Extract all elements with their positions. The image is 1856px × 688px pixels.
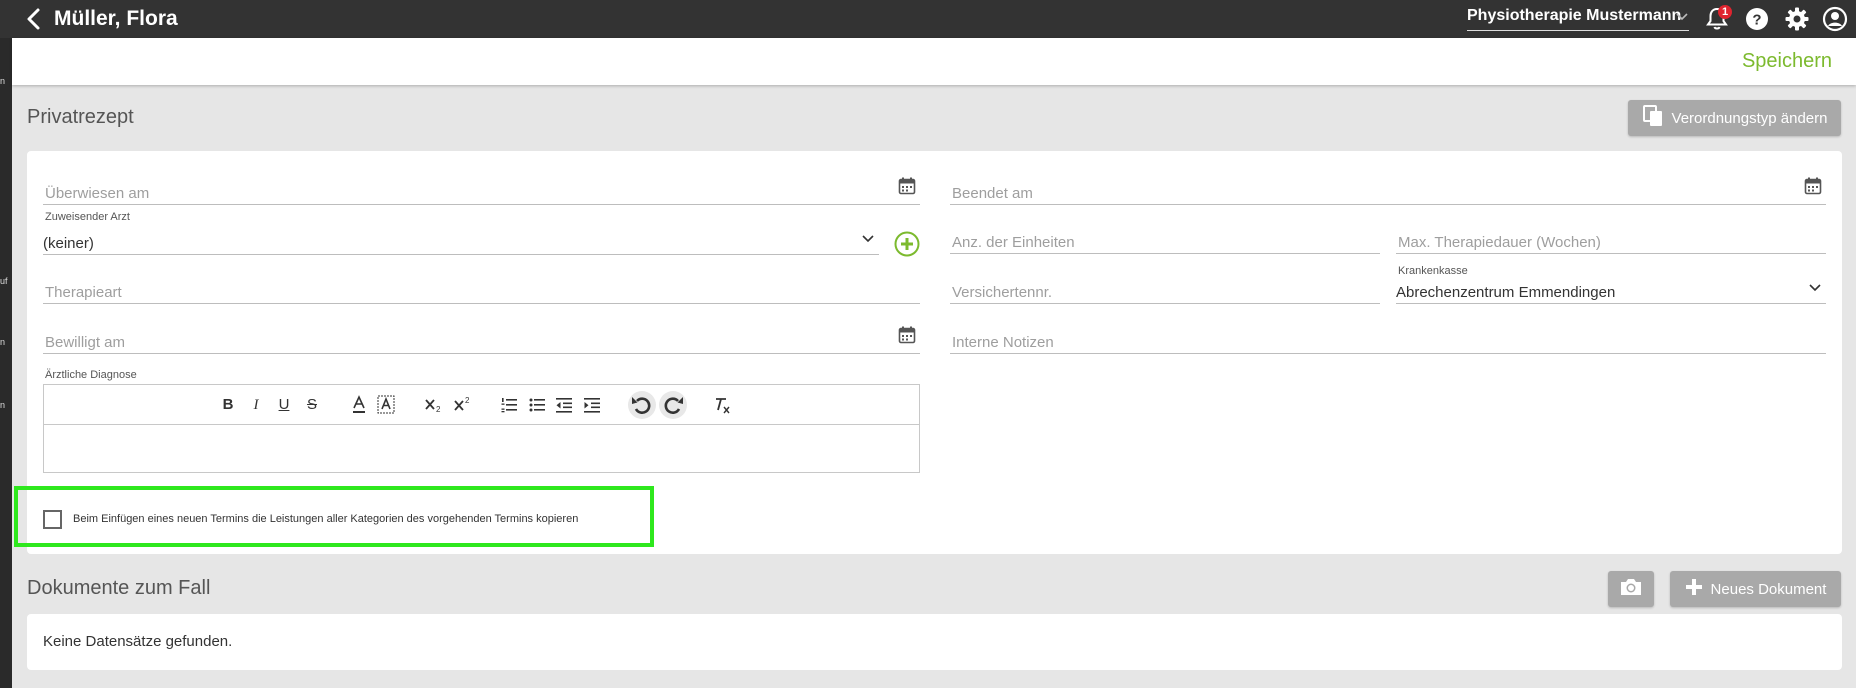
svg-text:2: 2 (436, 405, 441, 414)
approved-date-field[interactable]: Bewilligt am (43, 326, 920, 354)
change-prescription-type-button[interactable]: Verordnungstyp ändern (1628, 100, 1841, 136)
diagnosis-label: Ärztliche Diagnose (45, 369, 137, 381)
camera-button[interactable] (1608, 571, 1654, 607)
underline-icon[interactable]: U (276, 395, 292, 415)
left-sidebar-strip: n uf n n (0, 0, 12, 688)
redo-icon[interactable] (659, 391, 687, 419)
section-title-documents: Dokumente zum Fall (27, 577, 211, 599)
change-prescription-type-label: Verordnungstyp ändern (1671, 109, 1828, 127)
practice-name: Physiotherapie Mustermann (1467, 7, 1682, 24)
copy-services-checkbox[interactable] (43, 510, 62, 529)
document-copy-icon (1642, 104, 1664, 132)
clear-formatting-icon[interactable] (712, 395, 732, 415)
approved-date-placeholder: Bewilligt am (45, 334, 126, 351)
superscript-icon[interactable]: 2 (453, 395, 473, 415)
insurance-number-placeholder: Versichertennr. (952, 284, 1053, 301)
internal-notes-field[interactable]: Interne Notizen (950, 330, 1826, 354)
referred-date-placeholder: Überwiesen am (45, 185, 150, 202)
italic-icon[interactable]: I (248, 395, 264, 415)
plus-icon (1685, 578, 1703, 600)
health-insurance-select[interactable]: Krankenkasse Abrechenzentrum Emmendingen (1396, 265, 1826, 304)
bullet-list-icon[interactable] (528, 395, 546, 415)
outdent-icon[interactable] (555, 395, 573, 415)
calendar-icon[interactable] (898, 326, 916, 349)
documents-panel (27, 614, 1842, 670)
ended-date-field[interactable]: Beendet am (950, 177, 1826, 205)
camera-icon (1619, 577, 1643, 601)
notification-badge: 1 (1718, 5, 1732, 19)
chevron-down-icon (861, 231, 875, 250)
max-therapy-duration-field[interactable]: Max. Therapiedauer (Wochen) (1396, 230, 1826, 254)
health-insurance-value: Abrechenzentrum Emmendingen (1396, 284, 1616, 301)
new-document-button[interactable]: Neues Dokument (1670, 571, 1841, 607)
numbered-list-icon[interactable] (500, 395, 518, 415)
diagnosis-editor: B I U S 2 2 (43, 384, 920, 473)
top-bar: Müller, Flora Physiotherapie Mustermann … (0, 0, 1856, 38)
left-strip-text: n (0, 337, 6, 347)
font-color-icon[interactable] (350, 395, 368, 415)
referring-doctor-value: (keiner) (43, 235, 94, 252)
left-strip-text: uf (0, 276, 8, 286)
add-doctor-button[interactable] (894, 231, 920, 257)
empty-state-text: Keine Datensätze gefunden. (43, 633, 233, 650)
therapy-type-field[interactable]: Therapieart (43, 280, 920, 304)
referring-doctor-select[interactable]: Zuweisender Arzt (keiner) (43, 211, 879, 255)
plus-circle-icon (894, 231, 920, 261)
internal-notes-placeholder: Interne Notizen (952, 334, 1054, 351)
therapy-type-placeholder: Therapieart (45, 284, 122, 301)
highlight-color-icon[interactable] (377, 395, 395, 415)
max-therapy-duration-placeholder: Max. Therapiedauer (Wochen) (1398, 234, 1601, 251)
health-insurance-label: Krankenkasse (1398, 265, 1468, 277)
referred-date-field[interactable]: Überwiesen am (43, 177, 920, 205)
svg-text:?: ? (1752, 12, 1761, 29)
editor-toolbar: B I U S 2 2 (44, 385, 919, 425)
bold-icon[interactable]: B (220, 395, 236, 415)
units-count-field[interactable]: Anz. der Einheiten (950, 230, 1380, 254)
new-document-label: Neues Dokument (1710, 580, 1827, 598)
patient-name: Müller, Flora (54, 7, 178, 30)
gear-icon[interactable] (1784, 6, 1810, 32)
calendar-icon[interactable] (898, 177, 916, 200)
action-bar: Speichern (12, 38, 1856, 85)
calendar-icon[interactable] (1804, 177, 1822, 200)
left-strip-text: n (0, 400, 6, 410)
back-arrow-icon[interactable] (22, 7, 46, 31)
section-title-prescription: Privatrezept (27, 106, 134, 128)
chevron-down-icon (1808, 280, 1822, 299)
undo-icon[interactable] (628, 391, 656, 419)
copy-services-label: Beim Einfügen eines neuen Termins die Le… (73, 513, 579, 525)
indent-icon[interactable] (583, 395, 601, 415)
user-account-icon[interactable] (1822, 6, 1848, 32)
left-strip-text: n (0, 76, 6, 86)
help-icon[interactable]: ? (1744, 6, 1770, 32)
chevron-down-icon (1675, 9, 1689, 28)
subscript-icon[interactable]: 2 (424, 395, 444, 415)
insurance-number-field[interactable]: Versichertennr. (950, 280, 1380, 304)
units-count-placeholder: Anz. der Einheiten (952, 234, 1075, 251)
strikethrough-icon[interactable]: S (304, 395, 320, 415)
ended-date-placeholder: Beendet am (952, 185, 1033, 202)
practice-select[interactable]: Physiotherapie Mustermann (1467, 7, 1689, 31)
save-button[interactable]: Speichern (1742, 50, 1832, 73)
svg-text:2: 2 (465, 396, 470, 405)
referring-doctor-label: Zuweisender Arzt (45, 211, 130, 223)
